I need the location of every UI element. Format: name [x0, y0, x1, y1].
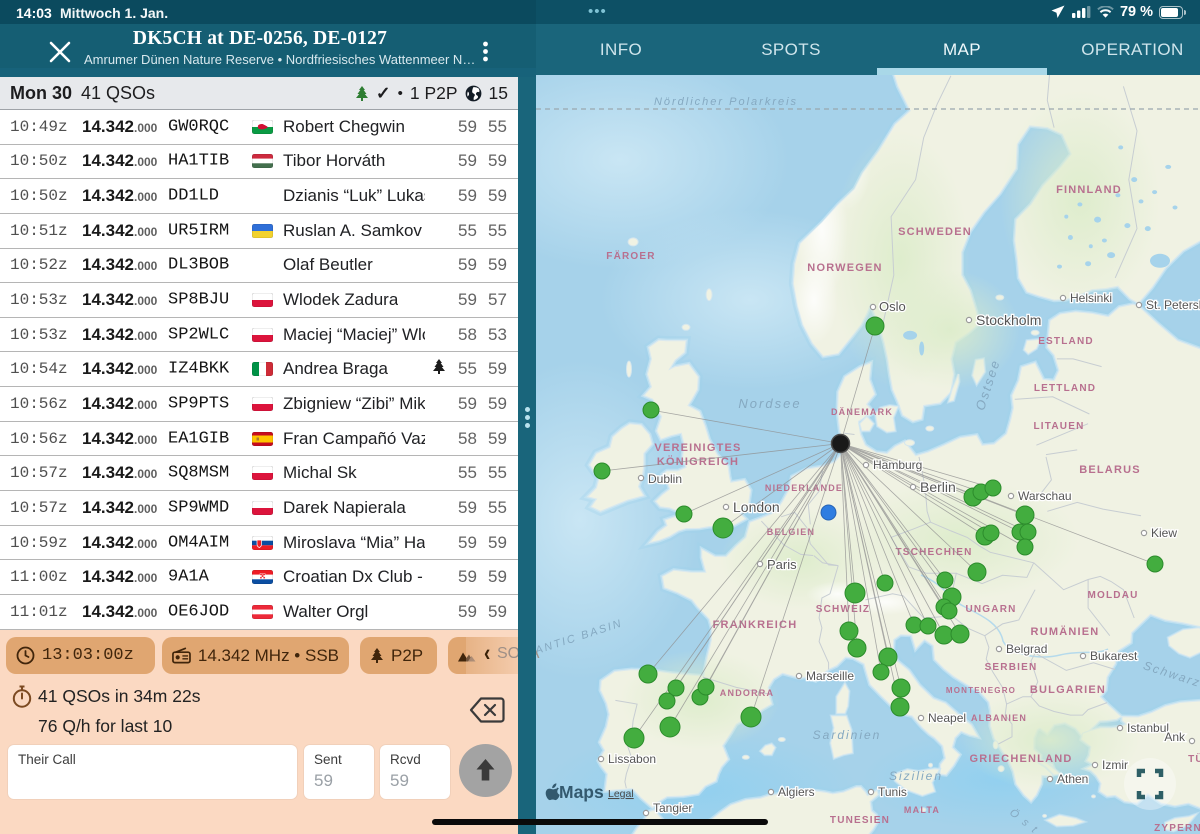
svg-text:SCHWEDEN: SCHWEDEN — [898, 226, 972, 238]
svg-text:LITAUEN: LITAUEN — [1034, 421, 1085, 432]
svg-text:Tunis: Tunis — [878, 785, 907, 799]
svg-text:Belgrad: Belgrad — [1006, 642, 1047, 656]
svg-text:Algiers: Algiers — [778, 785, 815, 799]
svg-text:Marseille: Marseille — [806, 669, 854, 683]
svg-text:LETTLAND: LETTLAND — [1034, 383, 1096, 394]
svg-text:Stockholm: Stockholm — [976, 312, 1041, 328]
svg-text:Helsinki: Helsinki — [1070, 291, 1112, 305]
svg-text:ESTLAND: ESTLAND — [1038, 336, 1094, 347]
svg-text:SCHWEIZ: SCHWEIZ — [816, 604, 871, 615]
svg-text:Legal: Legal — [608, 788, 634, 800]
svg-text:FINNLAND: FINNLAND — [1056, 184, 1122, 196]
svg-text:FÄROER: FÄROER — [606, 249, 655, 262]
svg-text:Maps: Maps — [559, 782, 604, 802]
svg-text:BELARUS: BELARUS — [1079, 464, 1141, 476]
svg-text:ANDORRA: ANDORRA — [720, 688, 774, 698]
svg-text:Sardinien: Sardinien — [813, 728, 882, 742]
svg-text:St. Petersb: St. Petersb — [1146, 298, 1200, 312]
svg-text:Izmir: Izmir — [1102, 758, 1128, 772]
svg-text:MONTENEGRO: MONTENEGRO — [946, 686, 1016, 695]
svg-text:DÄNEMARK: DÄNEMARK — [831, 407, 893, 417]
svg-text:Berlin: Berlin — [920, 479, 956, 495]
svg-text:NIEDERLANDE: NIEDERLANDE — [765, 483, 843, 493]
svg-text:Lissabon: Lissabon — [608, 752, 656, 766]
svg-text:ZYPERN: ZYPERN — [1154, 823, 1200, 834]
svg-text:Athen: Athen — [1057, 772, 1088, 786]
svg-text:Dublin: Dublin — [648, 472, 682, 486]
svg-text:London: London — [733, 499, 780, 515]
svg-text:Hamburg: Hamburg — [873, 458, 922, 472]
svg-text:Kiew: Kiew — [1151, 526, 1177, 540]
svg-text:VEREINIGTES: VEREINIGTES — [654, 442, 741, 454]
svg-text:Neapel: Neapel — [928, 711, 966, 725]
svg-text:Paris: Paris — [767, 557, 797, 572]
svg-text:BULGARIEN: BULGARIEN — [1030, 684, 1106, 696]
svg-text:Istanbul: Istanbul — [1127, 721, 1169, 735]
svg-text:NORWEGEN: NORWEGEN — [807, 262, 882, 274]
svg-text:MOLDAU: MOLDAU — [1087, 590, 1138, 601]
svg-text:Oslo: Oslo — [879, 299, 906, 314]
svg-text:UNGARN: UNGARN — [965, 604, 1016, 615]
svg-text:Warschau: Warschau — [1018, 489, 1072, 503]
svg-text:GRIECHENLAND: GRIECHENLAND — [969, 753, 1072, 765]
svg-text:ALBANIEN: ALBANIEN — [971, 713, 1027, 723]
svg-text:Tangier: Tangier — [653, 801, 692, 815]
svg-text:SERBIEN: SERBIEN — [985, 662, 1038, 673]
svg-text:TÜ: TÜ — [1188, 752, 1200, 765]
svg-text:TUNESIEN: TUNESIEN — [830, 815, 890, 826]
svg-text:Nördlicher Polarkreis: Nördlicher Polarkreis — [654, 96, 798, 108]
svg-text:FRANKREICH: FRANKREICH — [713, 619, 798, 631]
svg-text:Nordsee: Nordsee — [738, 396, 801, 411]
svg-text:RUMÄNIEN: RUMÄNIEN — [1031, 625, 1100, 638]
svg-text:Ank: Ank — [1164, 730, 1186, 744]
svg-text:MALTA: MALTA — [904, 805, 940, 815]
svg-text:Sizilien: Sizilien — [889, 769, 943, 783]
svg-text:Bukarest: Bukarest — [1090, 649, 1138, 663]
